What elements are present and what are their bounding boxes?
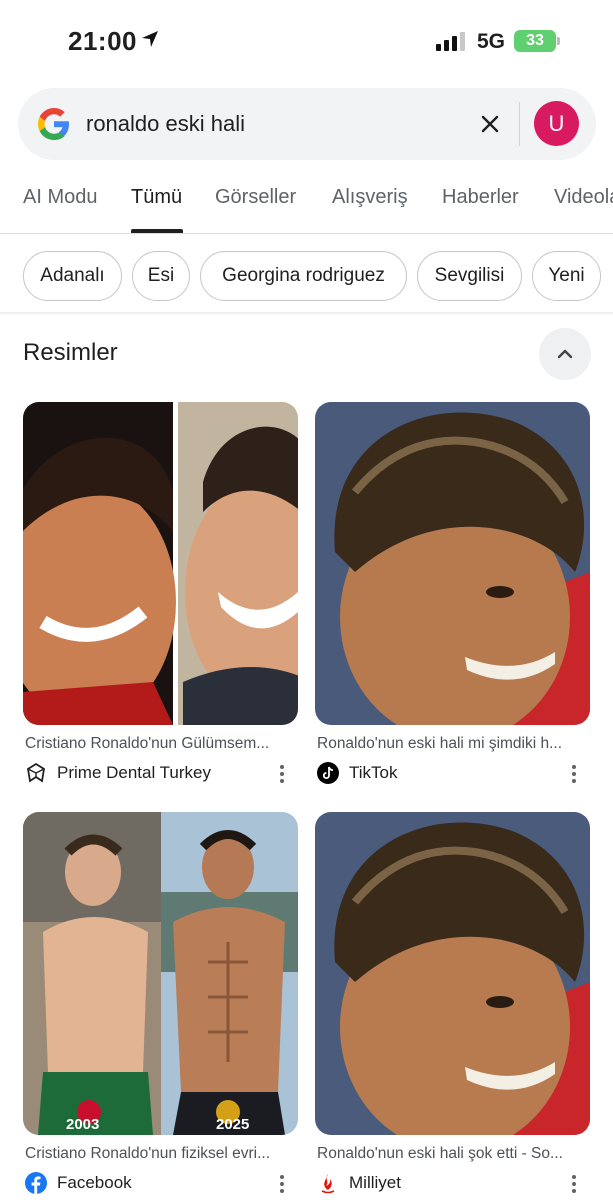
chip-adanali[interactable]: Adanalı [23,251,122,301]
status-bar: 21:00 5G 33 [0,0,613,80]
milliyet-icon [321,1174,335,1194]
active-tab-indicator [131,229,183,233]
year-label-after: 2025 [216,1116,250,1133]
chip-sevgilisi[interactable]: Sevgilisi [417,251,522,301]
divider [519,102,520,146]
search-input[interactable]: ronaldo eski hali [86,111,245,137]
result-source[interactable]: Prime Dental Turkey [57,763,211,783]
chip-yeni[interactable]: Yeni [532,251,601,301]
chip-esi[interactable]: Esi [132,251,190,301]
result-thumbnail[interactable] [315,402,590,725]
more-options-icon[interactable] [567,763,581,785]
result-thumbnail[interactable] [315,812,590,1135]
battery-tip [557,37,560,45]
result-thumbnail[interactable] [23,402,298,725]
section-separator [0,312,613,316]
battery-level: 33 [514,30,556,52]
location-arrow-icon [142,31,158,47]
result-source[interactable]: Milliyet [349,1173,401,1193]
tab-videos[interactable]: Videola [554,186,613,209]
network-type: 5G [477,30,506,53]
collapse-button[interactable] [539,328,591,380]
result-source[interactable]: Facebook [57,1173,132,1193]
chip-georgina-rodriguez[interactable]: Georgina rodriguez [200,251,407,301]
facebook-icon [25,1172,47,1194]
result-thumbnail[interactable]: 2003 2025 [23,812,298,1135]
result-caption[interactable]: Ronaldo'nun eski hali şok etti - So... [317,1145,589,1163]
year-label-before: 2003 [66,1116,100,1133]
more-options-icon[interactable] [275,763,289,785]
tab-all[interactable]: Tümü [131,186,182,209]
chevron-up-icon [557,349,573,359]
result-source[interactable]: TikTok [349,763,398,783]
refinement-chips: Adanalı Esi Georgina rodriguez Sevgilisi… [0,250,613,304]
cellular-signal-icon [436,31,465,51]
tiktok-icon [317,762,339,784]
result-caption[interactable]: Cristiano Ronaldo'nun fiziksel evri... [25,1145,297,1163]
google-logo-icon [38,108,69,140]
status-time: 21:00 [68,26,137,56]
tab-ai-mode[interactable]: AI Modu [23,186,97,209]
result-caption[interactable]: Cristiano Ronaldo'nun Gülümsem... [25,735,297,753]
more-options-icon[interactable] [275,1173,289,1195]
tab-news[interactable]: Haberler [442,186,519,209]
clear-icon[interactable] [474,108,506,140]
avatar[interactable]: U [534,101,579,146]
tab-shopping[interactable]: Alışveriş [332,186,408,209]
more-options-icon[interactable] [567,1173,581,1195]
section-title: Resimler [23,339,118,366]
search-tabs: AI Modu Tümü Görseller Alışveriş Haberle… [0,182,613,234]
tab-images[interactable]: Görseller [215,186,296,209]
prime-dental-icon [27,762,45,783]
result-caption[interactable]: Ronaldo'nun eski hali mi şimdiki h... [317,735,589,753]
search-bar[interactable]: ronaldo eski hali U [18,88,596,160]
